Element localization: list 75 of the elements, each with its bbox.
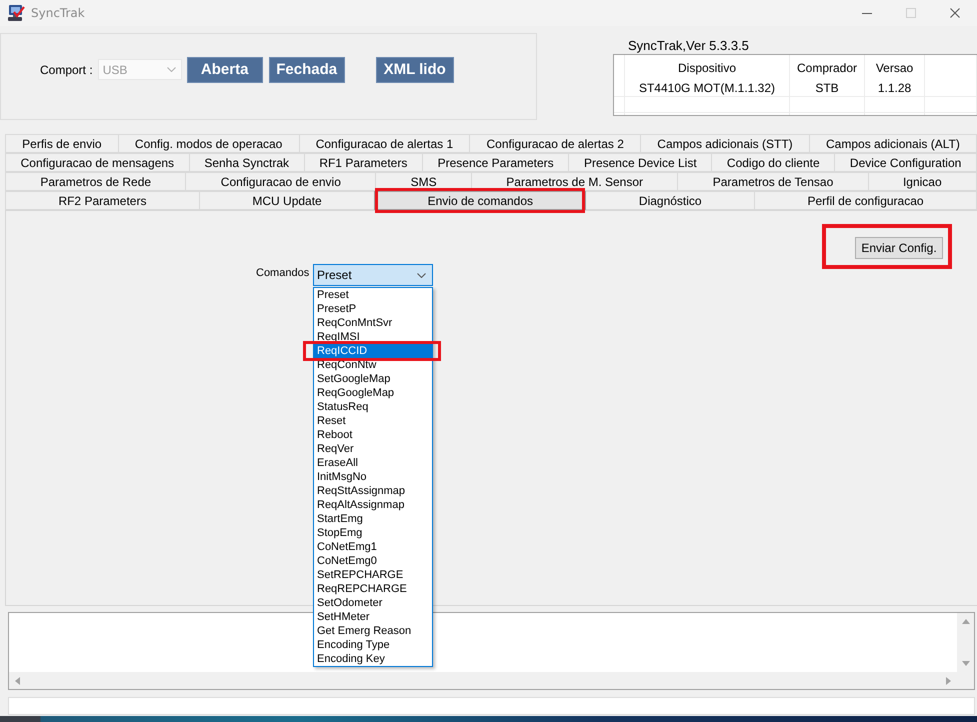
version-label: SyncTrak,Ver 5.3.3.5 — [627, 37, 750, 54]
dropdown-option[interactable]: SetGoogleMap — [314, 372, 432, 386]
tab[interactable]: Perfis de envio — [5, 134, 119, 153]
dropdown-option[interactable]: Reset — [314, 414, 432, 428]
dropdown-option[interactable]: ReqConMntSvr — [314, 316, 432, 330]
tab[interactable]: Campos adicionais (ALT) — [808, 134, 977, 153]
tab[interactable]: Presence Device List — [568, 153, 712, 172]
tab[interactable]: Parametros de Rede — [5, 172, 186, 191]
window-title: SyncTrak — [31, 6, 85, 20]
dropdown-option[interactable]: Preset — [314, 288, 432, 302]
tab[interactable]: Senha Synctrak — [188, 153, 305, 172]
dropdown-option[interactable]: ReqIMSI — [314, 330, 432, 344]
table-cell: ST4410G MOT(M.1.1.32) — [638, 81, 776, 95]
column-header: Versao — [876, 60, 914, 74]
dropdown-option[interactable]: ReqVer — [314, 442, 432, 456]
dropdown-option[interactable]: StartEmg — [314, 512, 432, 526]
dropdown-option[interactable]: SetHMeter — [314, 610, 432, 624]
dropdown-option[interactable]: Get Emerg Reason — [314, 624, 432, 638]
dropdown-option[interactable]: PresetP — [314, 302, 432, 316]
tab[interactable]: Device Configuration — [834, 153, 977, 172]
action-button[interactable]: Aberta — [186, 56, 263, 82]
chevron-down-icon[interactable] — [417, 272, 426, 278]
tab[interactable]: Campos adicionais (STT) — [640, 134, 810, 153]
tab[interactable]: RF1 Parameters — [304, 153, 423, 172]
tab[interactable]: RF2 Parameters — [5, 191, 200, 210]
scroll-left-icon[interactable] — [15, 676, 20, 684]
action-button[interactable]: XML lido — [376, 56, 454, 82]
tab[interactable]: Parametros de Tensao — [677, 172, 869, 191]
close-icon[interactable] — [950, 8, 960, 18]
dropdown-option[interactable]: ReqAltAssignmap — [314, 498, 432, 512]
dropdown-option[interactable]: ReqConNtw — [314, 358, 432, 372]
commands-label: Comandos — [256, 267, 310, 279]
tab[interactable]: Parametros de M. Sensor — [470, 172, 678, 191]
tab[interactable]: Diagnóstico — [585, 191, 756, 210]
action-button[interactable]: Fechada — [268, 56, 345, 82]
table-cell: STB — [815, 81, 839, 95]
tab[interactable]: Configuracao de alertas 2 — [469, 134, 642, 153]
dropdown-option[interactable]: StatusReq — [314, 400, 432, 414]
scroll-up-icon[interactable] — [962, 619, 970, 624]
dropdown-option[interactable]: CoNetEmg1 — [314, 540, 432, 554]
tab[interactable]: Configuracao de envio — [185, 172, 376, 191]
minimize-icon[interactable] — [862, 12, 872, 14]
tab[interactable]: Config. modos de operacao — [118, 134, 300, 153]
dropdown-option[interactable]: InitMsgNo — [314, 470, 432, 484]
column-header: Dispositivo — [678, 60, 736, 74]
tab[interactable]: Configuracao de mensagens — [5, 153, 190, 172]
scroll-down-icon[interactable] — [962, 661, 970, 666]
dropdown-option[interactable]: ReqGoogleMap — [314, 386, 432, 400]
dropdown-option[interactable]: CoNetEmg0 — [314, 554, 432, 568]
dropdown-option[interactable]: ReqREPCHARGE — [314, 582, 432, 596]
dropdown-option[interactable]: SetOdometer — [314, 596, 432, 610]
column-header: Comprador — [796, 60, 858, 74]
dropdown-option[interactable]: Encoding Key — [314, 652, 432, 666]
commands-dropdown[interactable]: Preset — [313, 264, 433, 286]
scroll-right-icon[interactable] — [946, 676, 951, 684]
dropdown-option[interactable]: ReqSttAssignmap — [314, 484, 432, 498]
log-textarea[interactable] — [9, 613, 957, 672]
dropdown-option[interactable]: SetREPCHARGE — [314, 568, 432, 582]
tab[interactable]: Envio de comandos — [374, 191, 586, 210]
tab[interactable]: Configuracao de alertas 1 — [298, 134, 470, 153]
table-cell: 1.1.28 — [878, 81, 912, 95]
computer-check-icon — [7, 4, 25, 22]
comport-label: Comport : — [40, 62, 93, 76]
tab[interactable]: Presence Parameters — [422, 153, 570, 172]
dropdown-option[interactable]: EraseAll — [314, 456, 432, 470]
dropdown-option[interactable]: ReqICCID — [314, 344, 432, 358]
tab[interactable]: Ignicao — [868, 172, 977, 191]
dropdown-option[interactable]: StopEmg — [314, 526, 432, 540]
dropdown-option[interactable]: Reboot — [314, 428, 432, 442]
row-header-cell — [614, 97, 625, 113]
tab[interactable]: MCU Update — [198, 191, 376, 210]
tab[interactable]: Perfil de configuracao — [754, 191, 977, 210]
tab[interactable]: Codigo do cliente — [711, 153, 836, 172]
dropdown-option[interactable]: Encoding Type — [314, 638, 432, 652]
send-config-button[interactable]: Enviar Config. — [855, 237, 943, 259]
